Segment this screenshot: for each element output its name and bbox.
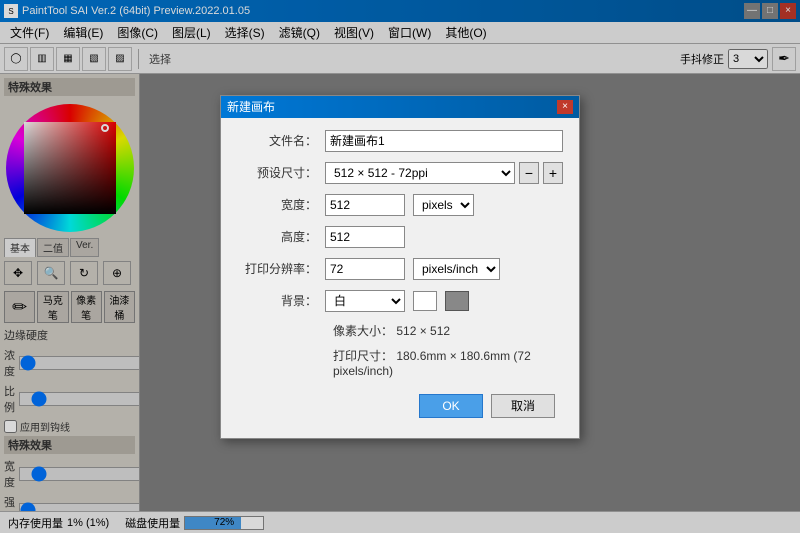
height-input[interactable] <box>325 226 405 248</box>
pixel-size-info: 像素大小： 512 × 512 <box>237 322 563 339</box>
pixel-size-value: 512 × 512 <box>396 324 450 338</box>
preset-label: 预设尺寸： <box>237 164 317 181</box>
dialog-buttons: OK 取消 <box>237 386 563 426</box>
dialog-close-btn[interactable]: × <box>557 100 573 114</box>
dialog-width-row: 宽度： pixels mm cm inch <box>237 194 563 216</box>
preset-select[interactable]: 512 × 512 - 72ppi <box>325 162 515 184</box>
dialog-cancel-btn[interactable]: 取消 <box>491 394 555 418</box>
print-size-label: 打印尺寸： <box>333 349 393 363</box>
width-unit-select[interactable]: pixels mm cm inch <box>413 194 474 216</box>
filename-label: 文件名： <box>237 132 317 149</box>
dialog-filename-row: 文件名： <box>237 130 563 152</box>
dialog-body: 文件名： 预设尺寸： 512 × 512 - 72ppi − + 宽度： <box>221 118 579 438</box>
dialog-title: 新建画布 <box>227 98 275 115</box>
dialog-bg-row: 背景： 白 透明 黑 <box>237 290 563 312</box>
dpi-label: 打印分辨率： <box>237 260 317 277</box>
new-canvas-dialog: 新建画布 × 文件名： 预设尺寸： 512 × 512 - 72ppi − + <box>220 95 580 439</box>
bg-label: 背景： <box>237 292 317 309</box>
dialog-height-row: 高度： <box>237 226 563 248</box>
filename-input[interactable] <box>325 130 563 152</box>
print-size-info: 打印尺寸： 180.6mm × 180.6mm (72 pixels/inch) <box>237 347 563 378</box>
bg-select[interactable]: 白 透明 黑 <box>325 290 405 312</box>
dialog-overlay: 新建画布 × 文件名： 预设尺寸： 512 × 512 - 72ppi − + <box>0 0 800 533</box>
preset-minus-btn[interactable]: − <box>519 162 539 184</box>
width-dialog-label: 宽度： <box>237 196 317 213</box>
dialog-preset-row: 预设尺寸： 512 × 512 - 72ppi − + <box>237 162 563 184</box>
preset-plus-btn[interactable]: + <box>543 162 563 184</box>
height-dialog-label: 高度： <box>237 228 317 245</box>
preset-controls: 512 × 512 - 72ppi − + <box>325 162 563 184</box>
bg-color-white[interactable] <box>413 291 437 311</box>
pixel-size-label: 像素大小： <box>333 324 393 338</box>
dpi-input[interactable] <box>325 258 405 280</box>
bg-color-gray[interactable] <box>445 291 469 311</box>
width-input[interactable] <box>325 194 405 216</box>
dialog-dpi-row: 打印分辨率： pixels/inch pixels/cm <box>237 258 563 280</box>
dpi-unit-select[interactable]: pixels/inch pixels/cm <box>413 258 500 280</box>
dialog-ok-btn[interactable]: OK <box>419 394 483 418</box>
dialog-title-bar: 新建画布 × <box>221 96 579 118</box>
